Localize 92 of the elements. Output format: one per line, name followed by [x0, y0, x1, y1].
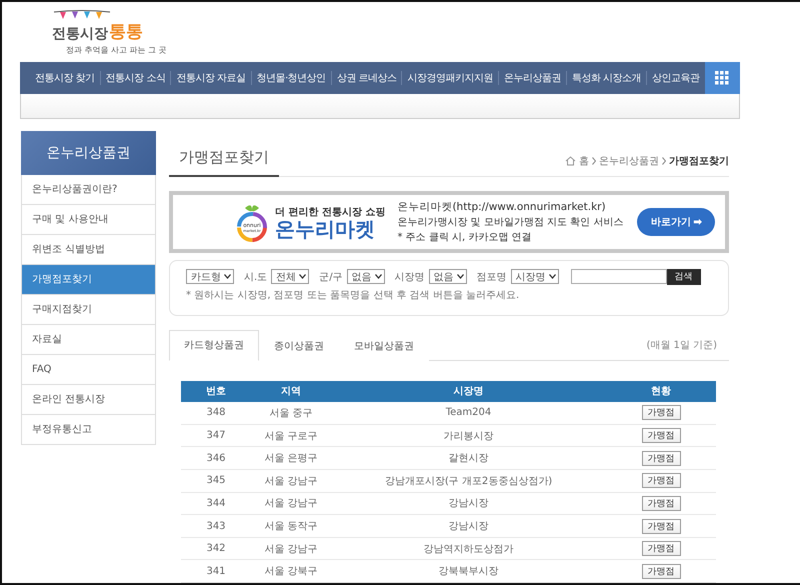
search-hint: * 원하시는 시장명, 점포명 또는 품목명을 선택 후 검색 버튼을 눌러주세요.: [186, 288, 520, 302]
sidebar-title: 온누리상품권: [21, 130, 156, 175]
table-cell: 갈현시장: [331, 446, 606, 470]
dropdown[interactable]: 시장명: [510, 269, 559, 284]
nav-item[interactable]: 전통시장 찾기: [30, 70, 100, 85]
sidebar-item[interactable]: 구매지점찾기: [21, 294, 156, 325]
logo-accent: 통통: [109, 21, 143, 43]
bunting-icon: [52, 10, 112, 20]
nav-item[interactable]: 상권 르네상스: [330, 70, 402, 85]
home-icon: [565, 156, 576, 166]
column-header: 현황: [606, 380, 716, 402]
sidebar-item[interactable]: 구매 및 사용안내: [21, 204, 156, 235]
table-cell: 강남역지하도상점가: [331, 537, 606, 560]
store-button[interactable]: 가맹점: [642, 473, 680, 488]
store-button[interactable]: 가맹점: [642, 405, 680, 420]
nav-item[interactable]: 시장경영패키지지원: [401, 70, 498, 85]
column-header: 번호: [181, 380, 251, 402]
nav-item[interactable]: 특성화 시장소개: [566, 70, 646, 85]
banner-brand: 온누리마켓: [275, 218, 375, 239]
caret-icon: [374, 274, 382, 280]
chevron-icon: [592, 156, 596, 165]
breadcrumb-link[interactable]: 홈: [579, 154, 589, 168]
chevron-icon: [662, 156, 666, 165]
store-button[interactable]: 가맹점: [642, 496, 680, 511]
store-button[interactable]: 가맹점: [642, 518, 680, 534]
page-title: 가맹점포찾기: [169, 148, 279, 177]
caret-icon: [548, 274, 556, 280]
dropdown[interactable]: 카드형: [186, 269, 234, 284]
banner-text: * 주소 클릭 시, 카카오맵 연결: [397, 230, 533, 244]
table-cell: 서울 은평구: [251, 446, 331, 470]
sidebar-item[interactable]: 위변조 식별방법: [21, 234, 156, 265]
table-cell: 346: [181, 446, 251, 470]
caret-icon: [224, 274, 231, 280]
table-cell: 서울 구로구: [251, 424, 331, 447]
table-cell: 가리봉시장: [331, 424, 606, 447]
table-cell: 서울 중구: [251, 402, 331, 424]
sidebar-item[interactable]: 부정유통신고: [21, 414, 156, 445]
nav-item[interactable]: 온누리상품권: [498, 70, 566, 85]
date-note: (매월 1일 기준): [646, 338, 718, 352]
table-cell: 강북북부시장: [331, 560, 606, 582]
table-cell: Team204: [331, 402, 606, 424]
breadcrumb-link[interactable]: 가맹점포찾기: [669, 154, 729, 168]
sidebar-item[interactable]: FAQ: [21, 354, 156, 385]
nav-item[interactable]: 청년몰·청년상인: [250, 70, 331, 85]
table-cell: 345: [181, 470, 251, 492]
grid-icon: [715, 70, 730, 85]
column-header: 지역: [251, 380, 331, 402]
search-field[interactable]: [570, 269, 667, 284]
banner-text: 온누리마켓(http://www.onnurimarket.kr): [397, 200, 607, 214]
tab[interactable]: 카드형상품권: [169, 330, 259, 361]
filter-label: 군/구: [319, 270, 343, 284]
table-cell: 342: [181, 537, 251, 560]
table-cell: 347: [181, 424, 251, 447]
sidebar-item[interactable]: 자료실: [21, 324, 156, 355]
table-cell: 서울 강남구: [251, 470, 331, 492]
nav-item[interactable]: 전통시장 자료실: [170, 70, 251, 85]
table-cell: 강남개포시장(구 개포2동중심상점가): [331, 470, 606, 492]
store-button[interactable]: 가맹점: [642, 450, 680, 466]
table-cell: 343: [181, 514, 251, 538]
table-cell: 서울 강북구: [251, 560, 331, 582]
sidebar-item[interactable]: 가맹점포찾기: [21, 264, 156, 295]
dropdown[interactable]: 없음: [428, 269, 467, 284]
sidebar-item[interactable]: 온누리상품권이란?: [21, 174, 156, 205]
caret-icon: [299, 274, 306, 280]
table-cell: 서울 강남구: [251, 492, 331, 515]
filter-label: 점포명: [476, 270, 507, 284]
store-button[interactable]: 가맹점: [642, 541, 680, 556]
banner-text: 온누리가맹시장 및 모바일가맹점 지도 확인 서비스: [397, 216, 624, 229]
logo-text: 전통시장: [52, 25, 108, 43]
store-button[interactable]: 가맹점: [642, 428, 680, 444]
sidebar-item[interactable]: 온라인 전통시장: [21, 384, 156, 415]
table-cell: 서울 동작구: [251, 514, 331, 538]
dropdown[interactable]: 전체: [271, 269, 310, 284]
table-cell: 348: [181, 402, 251, 424]
dropdown[interactable]: 없음: [346, 269, 385, 284]
go-button[interactable]: 바로가기 ➡: [637, 208, 716, 236]
table-cell: 강남시장: [331, 492, 606, 515]
nav-item[interactable]: 전통시장 소식: [100, 70, 170, 85]
banner-slogan: 더 편리한 전통시장 쇼핑: [275, 206, 386, 219]
table-cell: 서울 강남구: [251, 537, 331, 560]
filter-label: 시장명: [394, 270, 425, 284]
breadcrumb-link[interactable]: 온누리상품권: [599, 154, 659, 168]
column-header: 시장명: [331, 380, 606, 402]
logo-tagline: 정과 추억을 사고 파는 그 곳: [66, 45, 168, 56]
filter-label: 시.도: [244, 270, 268, 284]
menu-button[interactable]: [704, 62, 740, 94]
store-button[interactable]: 가맹점: [642, 564, 680, 579]
table-cell: 344: [181, 492, 251, 515]
table-cell: 강남시장: [331, 514, 606, 538]
table-cell: 341: [181, 560, 251, 582]
search-button[interactable]: 검색: [666, 268, 701, 285]
caret-icon: [456, 274, 464, 280]
